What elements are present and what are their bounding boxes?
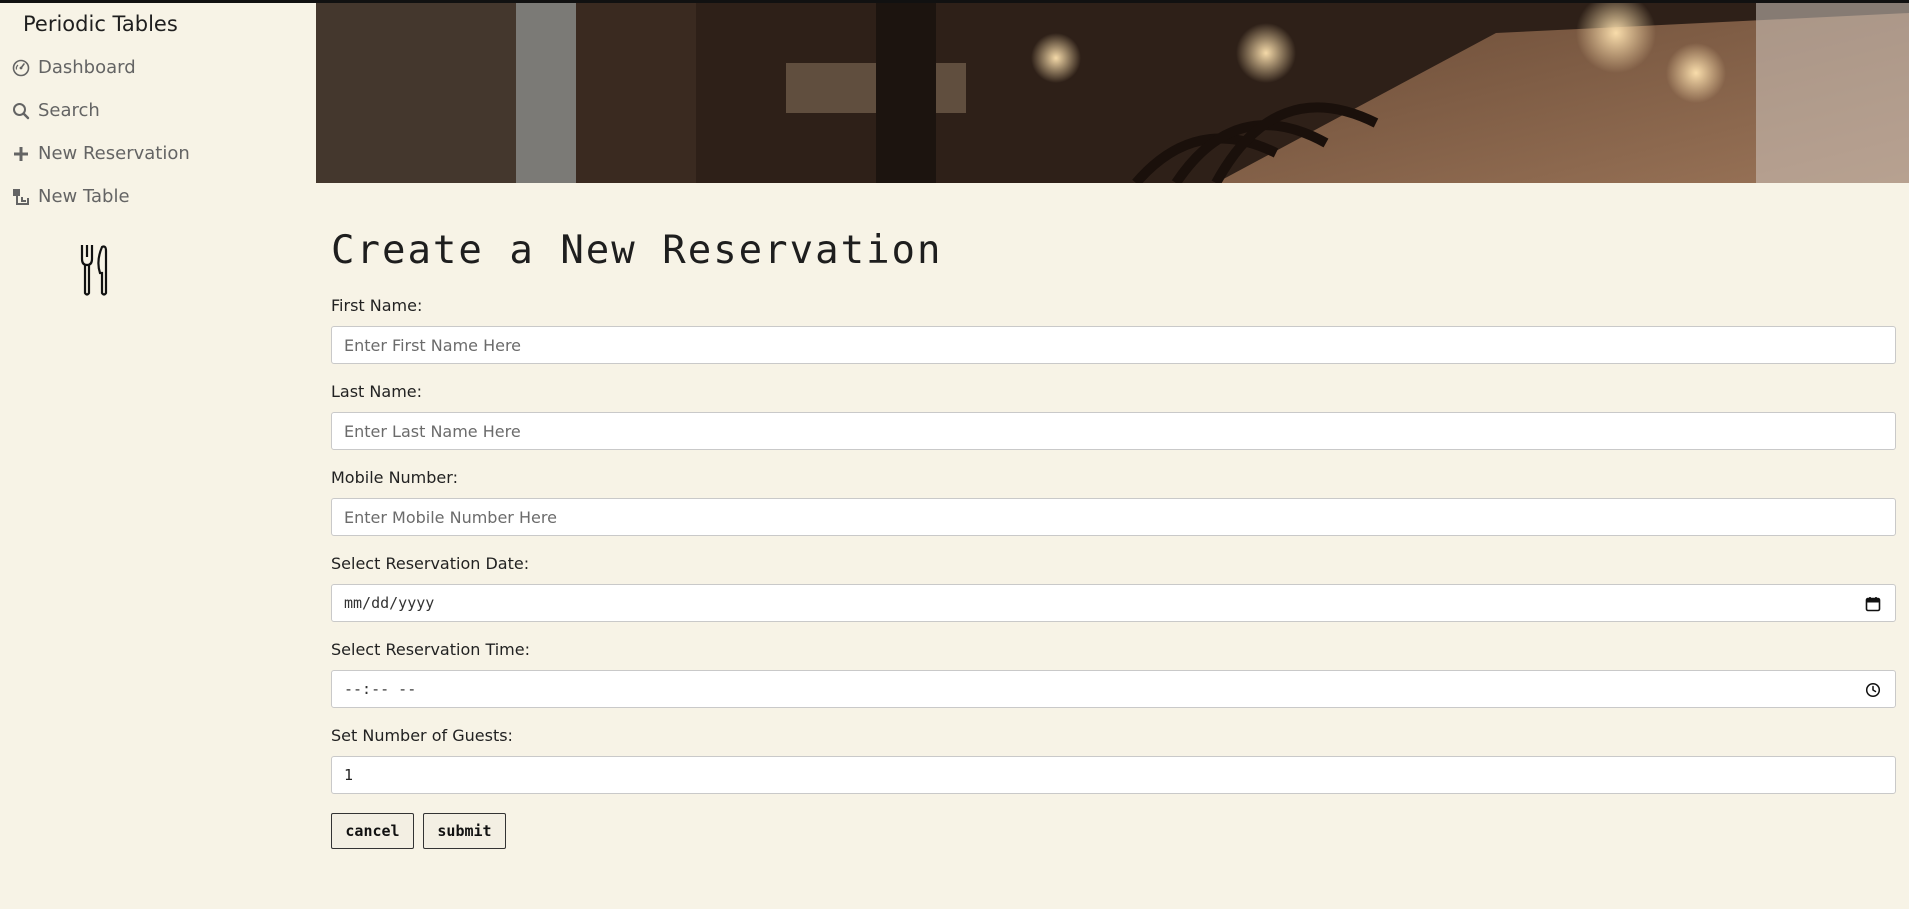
sidebar-item-label: New Table bbox=[38, 186, 130, 207]
page-title: Create a New Reservation bbox=[331, 228, 943, 273]
first-name-label: First Name: bbox=[331, 296, 423, 315]
first-name-field[interactable]: Enter First Name Here bbox=[331, 326, 1896, 364]
guests-value: 1 bbox=[344, 766, 354, 784]
mobile-number-field[interactable]: Enter Mobile Number Here bbox=[331, 498, 1896, 536]
search-icon bbox=[12, 102, 30, 120]
sidebar: Periodic Tables Dashboard Search New Res… bbox=[0, 3, 316, 909]
sidebar-item-label: New Reservation bbox=[38, 143, 190, 164]
dashboard-icon bbox=[12, 59, 30, 77]
calendar-icon[interactable] bbox=[1865, 596, 1881, 616]
sidebar-item-dashboard[interactable]: Dashboard bbox=[12, 57, 136, 78]
sidebar-item-label: Dashboard bbox=[38, 57, 136, 78]
reservation-time-field[interactable]: --:-- -- bbox=[331, 670, 1896, 708]
mobile-number-placeholder: Enter Mobile Number Here bbox=[344, 507, 557, 527]
brand-title[interactable]: Periodic Tables bbox=[23, 12, 178, 36]
fork-knife-icon bbox=[78, 243, 112, 301]
reservation-date-placeholder: mm/dd/yyyy bbox=[344, 594, 435, 612]
plus-icon bbox=[12, 145, 30, 163]
new-table-icon bbox=[12, 188, 30, 206]
sidebar-item-new-table[interactable]: New Table bbox=[12, 186, 130, 207]
clock-icon[interactable] bbox=[1865, 682, 1881, 702]
last-name-field[interactable]: Enter Last Name Here bbox=[331, 412, 1896, 450]
submit-button[interactable]: submit bbox=[423, 813, 506, 849]
sidebar-item-search[interactable]: Search bbox=[12, 100, 100, 121]
mobile-number-label: Mobile Number: bbox=[331, 468, 458, 487]
sidebar-item-label: Search bbox=[38, 100, 100, 121]
reservation-date-field[interactable]: mm/dd/yyyy bbox=[331, 584, 1896, 622]
page: Periodic Tables Dashboard Search New Res… bbox=[0, 0, 1909, 909]
first-name-placeholder: Enter First Name Here bbox=[344, 335, 522, 355]
sidebar-item-new-reservation[interactable]: New Reservation bbox=[12, 143, 190, 164]
cancel-button[interactable]: cancel bbox=[331, 813, 414, 849]
hero-banner-image bbox=[316, 3, 1909, 183]
reservation-date-label: Select Reservation Date: bbox=[331, 554, 530, 573]
last-name-placeholder: Enter Last Name Here bbox=[344, 421, 521, 441]
reservation-time-placeholder: --:-- -- bbox=[344, 680, 417, 698]
guests-field[interactable]: 1 bbox=[331, 756, 1896, 794]
reservation-time-label: Select Reservation Time: bbox=[331, 640, 530, 659]
guests-label: Set Number of Guests: bbox=[331, 726, 513, 745]
last-name-label: Last Name: bbox=[331, 382, 423, 401]
